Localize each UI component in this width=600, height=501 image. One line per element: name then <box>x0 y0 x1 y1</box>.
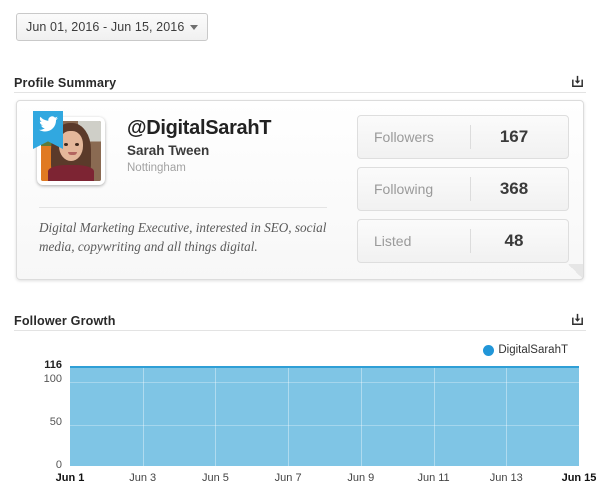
follower-growth-chart: DigitalSarahT 0 50 100 116 Jun 1 Jun 3 Jun 5 J… <box>14 340 597 490</box>
divider <box>470 229 471 253</box>
stat-label: Followers <box>374 129 434 145</box>
stat-label: Listed <box>374 233 412 249</box>
chart-x-tick-label: Jun 1 <box>55 472 85 484</box>
chart-y-tick-label: 0 <box>55 459 62 471</box>
stat-following: Following 368 <box>357 167 569 211</box>
chart-gridline <box>70 381 579 383</box>
profile-card: @DigitalSarahT Sarah Tween Nottingham Di… <box>16 100 584 280</box>
profile-location: Nottingham <box>127 162 186 175</box>
chart-x-tick-label: Jun 11 <box>417 472 450 484</box>
chart-plot-area <box>70 366 579 469</box>
profile-stats: Followers 167 Following 368 Listed 48 <box>357 115 569 271</box>
chart-y-tick-label: 116 <box>44 359 62 371</box>
divider <box>14 92 586 93</box>
profile-bio: Digital Marketing Executive, interested … <box>39 220 327 254</box>
chart-x-tick-label: Jun 9 <box>347 472 375 484</box>
chart-x-tick-label: Jun 3 <box>129 472 157 484</box>
chevron-down-icon <box>190 24 198 30</box>
date-range-label: Jun 01, 2016 - Jun 15, 2016 <box>26 20 185 34</box>
profile-summary-header: Profile Summary <box>14 72 586 90</box>
stat-value: 48 <box>504 231 524 250</box>
stat-listed: Listed 48 <box>357 219 569 263</box>
chart-x-tick-label: Jun 7 <box>274 472 302 484</box>
stat-value: 368 <box>499 179 529 198</box>
chart-gridline <box>506 368 507 466</box>
chart-gridline <box>215 368 216 466</box>
analytics-page: Jun 01, 2016 - Jun 15, 2016 Profile Summ… <box>0 0 600 501</box>
chart-y-tick-label: 100 <box>43 372 62 385</box>
stat-label: Following <box>374 181 434 197</box>
divider <box>470 177 471 201</box>
section-title: Follower Growth <box>14 314 116 328</box>
profile-identity: @DigitalSarahT Sarah Tween Nottingham <box>127 117 272 175</box>
stat-value: 167 <box>499 127 529 146</box>
profile-full-name: Sarah Tween <box>127 143 210 158</box>
card-fold-corner <box>568 264 584 280</box>
legend-label: DigitalSarahT <box>498 344 568 356</box>
follower-growth-header: Follower Growth <box>14 310 586 328</box>
legend-color-dot <box>483 344 495 356</box>
chart-y-tick-label: 50 <box>49 415 62 428</box>
page-title: Profile Summary <box>14 76 117 90</box>
chart-x-tick-label: Jun 5 <box>201 472 229 484</box>
profile-handle: @DigitalSarahT <box>127 117 272 139</box>
date-range-picker[interactable]: Jun 01, 2016 - Jun 15, 2016 <box>16 13 208 41</box>
divider <box>39 207 327 208</box>
avatar <box>33 111 105 185</box>
divider <box>470 125 471 149</box>
chart-gridline <box>70 468 579 469</box>
chart-x-tick-label: Jun 13 <box>489 472 523 484</box>
chart-gridline <box>143 368 144 466</box>
chart-gridline <box>70 424 579 426</box>
chart-gridline <box>361 368 362 466</box>
chart-x-tick-label: Jun 15 <box>561 472 597 484</box>
export-download-icon[interactable] <box>568 72 586 90</box>
divider <box>14 330 586 331</box>
chart-gridline <box>434 368 435 466</box>
stat-followers: Followers 167 <box>357 115 569 159</box>
chart-gridline <box>288 368 289 466</box>
export-download-icon[interactable] <box>568 310 586 328</box>
chart-legend[interactable]: DigitalSarahT <box>483 344 568 356</box>
